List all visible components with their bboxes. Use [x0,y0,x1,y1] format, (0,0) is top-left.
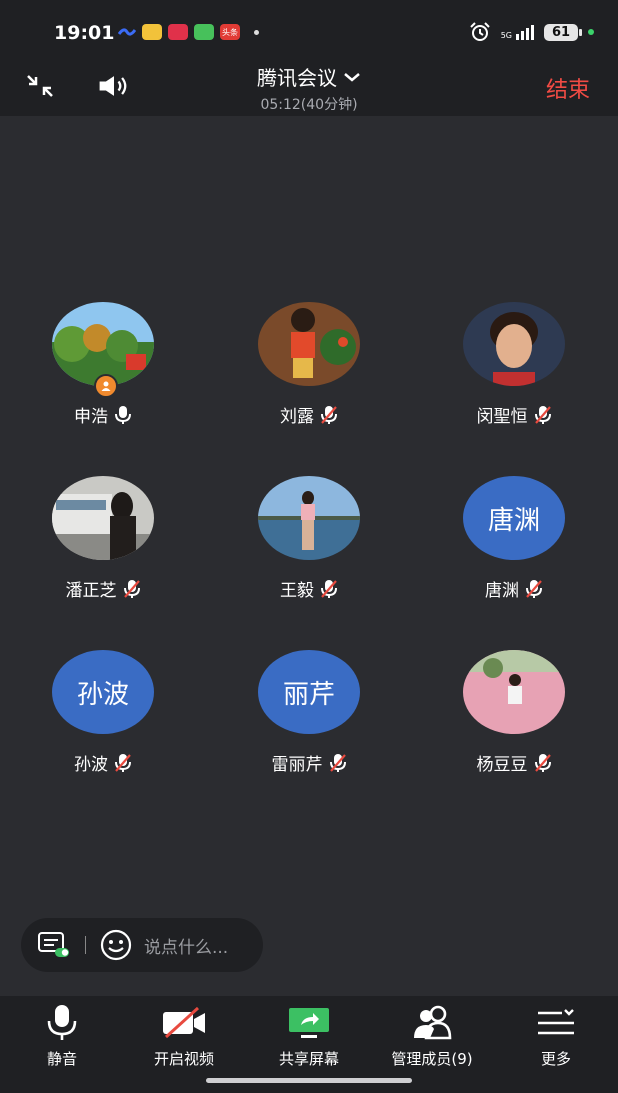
meeting-header: 腾讯会议 05:12(40分钟) 结束 [0,60,618,116]
divider [85,936,86,954]
meeting-title-area[interactable]: 腾讯会议 05:12(40分钟) [0,62,618,114]
avatar [258,476,360,560]
avatar [463,650,565,734]
privacy-indicator [588,29,594,35]
participant-name: 雷丽芹 [271,755,323,775]
avatar: 丽芹 [258,650,360,734]
avatar: 孙波 [52,650,154,734]
participant-tile[interactable]: 申浩 [3,302,203,427]
more-notifications-dot [254,29,259,35]
participant-tile[interactable]: 潘正芝 [3,476,203,601]
more-button[interactable]: 更多 [496,1004,616,1069]
meeting-title: 腾讯会议 [257,66,337,90]
end-meeting-button[interactable]: 结束 [546,72,590,104]
video-label: 开启视频 [153,1050,214,1068]
share-screen-button[interactable]: 共享屏幕 [249,1004,369,1069]
share-screen-icon [289,1008,329,1038]
avatar [52,302,154,398]
chat-placeholder[interactable]: 说点什么... [144,933,228,958]
meeting-duration: 05:12(40分钟) [260,97,358,113]
share-screen-label: 共享屏幕 [278,1050,339,1068]
avatar [258,302,360,386]
network-label: 5G [500,30,512,40]
mute-label: 静音 [46,1050,77,1068]
participant-tile[interactable]: 王毅 [209,476,409,601]
signal-icon: 5G [500,24,534,40]
mic-muted-icon [526,579,542,598]
chevron-down-icon [344,72,360,82]
participant-tile[interactable]: 丽芹 雷丽芹 [209,650,409,775]
status-time: 19:01 [54,22,115,44]
video-off-icon [163,1006,205,1039]
mic-icon [115,405,131,424]
participant-name: 孙波 [74,755,108,775]
more-menu-icon [538,1009,574,1035]
mic-muted-icon [123,579,140,598]
lark-icon [118,28,136,36]
host-icon [94,374,118,398]
pinduoduo-icon [168,24,188,40]
participant-name: 申浩 [74,407,108,427]
participant-name: 刘露 [280,407,314,427]
mute-button[interactable]: 静音 [2,1004,122,1069]
status-app-icons: 头条 [118,24,259,40]
mic-muted-icon [329,753,346,772]
home-indicator[interactable] [206,1078,412,1083]
manage-members-label: 管理成员(9) [391,1050,473,1068]
participant-tile[interactable]: 杨豆豆 [414,650,614,775]
mic-muted-icon [321,405,337,424]
participant-name: 王毅 [280,581,314,601]
video-button[interactable]: 开启视频 [124,1004,244,1069]
manage-members-button[interactable]: 管理成员(9) [372,1004,492,1069]
participant-name: 杨豆豆 [476,755,528,775]
avatar: 唐渊 [463,476,565,560]
avatar [52,476,154,560]
participant-tile[interactable]: 闵聖恒 [414,302,614,427]
participant-tile[interactable]: 刘露 [209,302,409,427]
participant-tile[interactable]: 孙波 孙波 [3,650,203,775]
mic-muted-icon [534,405,551,424]
mic-muted-icon [115,753,131,772]
participant-name: 潘正芝 [65,581,117,601]
mic-muted-icon [534,753,551,772]
status-right: 5G 61 [469,22,594,42]
participant-tile[interactable]: 唐渊 唐渊 [414,476,614,601]
battery-icon: 61 [544,23,582,41]
emoji-icon[interactable] [100,929,132,961]
chat-input-bar[interactable]: 说点什么... [21,918,263,972]
caption-toggle-icon[interactable] [37,930,71,960]
more-label: 更多 [540,1050,571,1068]
notes-app-icon [142,24,162,40]
mic-icon [47,1005,77,1040]
toutiao-icon: 头条 [220,24,240,40]
participant-name: 唐渊 [485,581,519,601]
mic-muted-icon [321,579,337,598]
participant-name: 闵聖恒 [476,407,528,427]
status-bar: 19:01 头条 5G 61 [0,0,618,60]
meeting-screen: 19:01 头条 5G 61 腾讯会议 05:12(40分钟) 结束 申浩 刘露… [0,0,618,1093]
alarm-icon [469,22,490,41]
members-icon [414,1005,452,1040]
avatar [463,302,565,386]
messages-icon [194,24,214,40]
